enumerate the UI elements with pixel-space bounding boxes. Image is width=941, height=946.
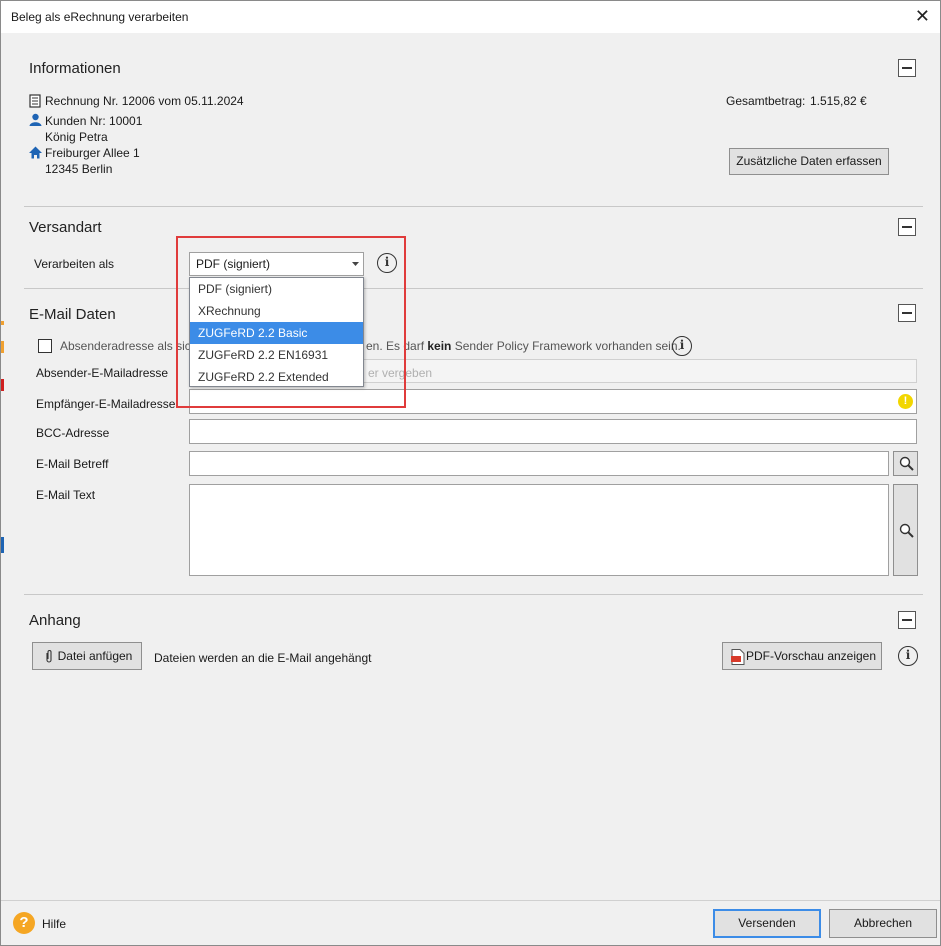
edge-mark [1, 321, 4, 325]
city: 12345 Berlin [45, 162, 113, 176]
bcc-input[interactable] [189, 419, 917, 444]
email-text-search-button[interactable] [893, 484, 918, 576]
checkbox-text-bold: kein [427, 339, 452, 353]
sender-as-checkbox[interactable] [38, 339, 52, 353]
edge-mark [1, 537, 4, 553]
subject-search-button[interactable] [893, 451, 918, 476]
additional-data-button[interactable]: Zusätzliche Daten erfassen [729, 148, 889, 175]
pdf-preview-label: PDF-Vorschau anzeigen [745, 649, 877, 663]
recipient-email-label: Empfänger-E-Mailadresse [36, 397, 176, 411]
close-icon[interactable]: ✕ [915, 6, 930, 27]
pdf-preview-button[interactable]: PDF-Vorschau anzeigen [722, 642, 882, 670]
info-icon[interactable]: i [672, 336, 692, 356]
sender-email-label: Absender-E-Mailadresse [36, 366, 169, 380]
highlight-box [176, 236, 406, 408]
sender-checkbox-text-left: Absenderadresse als sic [60, 339, 191, 353]
window-title: Beleg als eRechnung verarbeiten [11, 10, 189, 24]
process-as-label: Verarbeiten als [34, 257, 115, 271]
bcc-label: BCC-Adresse [36, 426, 110, 440]
subject-input[interactable] [189, 451, 889, 476]
attach-file-label: Datei anfügen [57, 649, 133, 663]
section-title-anhang: Anhang [29, 612, 81, 629]
checkbox-text-part: Sender Policy Framework vorhanden sein. [451, 339, 681, 353]
invoice-number: Rechnung Nr. 12006 vom 05.11.2024 [45, 94, 244, 108]
email-text-area[interactable] [189, 484, 889, 576]
collapse-email-button[interactable] [898, 304, 916, 322]
collapse-informationen-button[interactable] [898, 59, 916, 77]
document-icon [29, 94, 41, 108]
edge-mark [1, 379, 4, 391]
footer-separator [1, 900, 940, 901]
paperclip-icon [46, 650, 52, 663]
send-label: Versenden [738, 916, 796, 930]
warning-icon: ! [898, 394, 913, 409]
attachment-note: Dateien werden an die E-Mail angehängt [154, 651, 372, 665]
pdf-file-icon [731, 649, 745, 665]
send-button[interactable]: Versenden [713, 909, 821, 938]
search-icon [899, 523, 914, 538]
cancel-label: Abbrechen [853, 916, 913, 930]
home-icon [29, 146, 42, 159]
section-title-versandart: Versandart [29, 219, 102, 236]
edge-mark [1, 341, 4, 353]
customer-number: Kunden Nr: 10001 [45, 114, 143, 128]
section-title-email: E-Mail Daten [29, 306, 116, 323]
additional-data-label: Zusätzliche Daten erfassen [736, 154, 882, 168]
collapse-anhang-button[interactable] [898, 611, 916, 629]
divider [24, 206, 923, 207]
collapse-versandart-button[interactable] [898, 218, 916, 236]
street: Freiburger Allee 1 [45, 146, 140, 160]
subject-label: E-Mail Betreff [36, 457, 109, 471]
total-value: 1.515,82 € [810, 94, 867, 108]
email-text-label: E-Mail Text [36, 488, 96, 502]
help-link[interactable]: Hilfe [42, 917, 66, 931]
search-icon [899, 456, 914, 471]
person-icon [29, 113, 42, 126]
info-icon[interactable]: i [898, 646, 918, 666]
divider [24, 288, 923, 289]
customer-name: König Petra [45, 130, 108, 144]
section-title-informationen: Informationen [29, 60, 121, 77]
title-bar: Beleg als eRechnung verarbeiten ✕ [1, 1, 940, 33]
total-label: Gesamtbetrag: [726, 94, 806, 108]
attach-file-button[interactable]: Datei anfügen [32, 642, 142, 670]
sender-checkbox-text-right: en. Es darf kein Sender Policy Framework… [366, 339, 681, 353]
divider [24, 594, 923, 595]
help-icon[interactable]: ? [13, 912, 35, 934]
cancel-button[interactable]: Abbrechen [829, 909, 937, 938]
dialog-window: Beleg als eRechnung verarbeiten ✕ Inform… [0, 0, 941, 946]
